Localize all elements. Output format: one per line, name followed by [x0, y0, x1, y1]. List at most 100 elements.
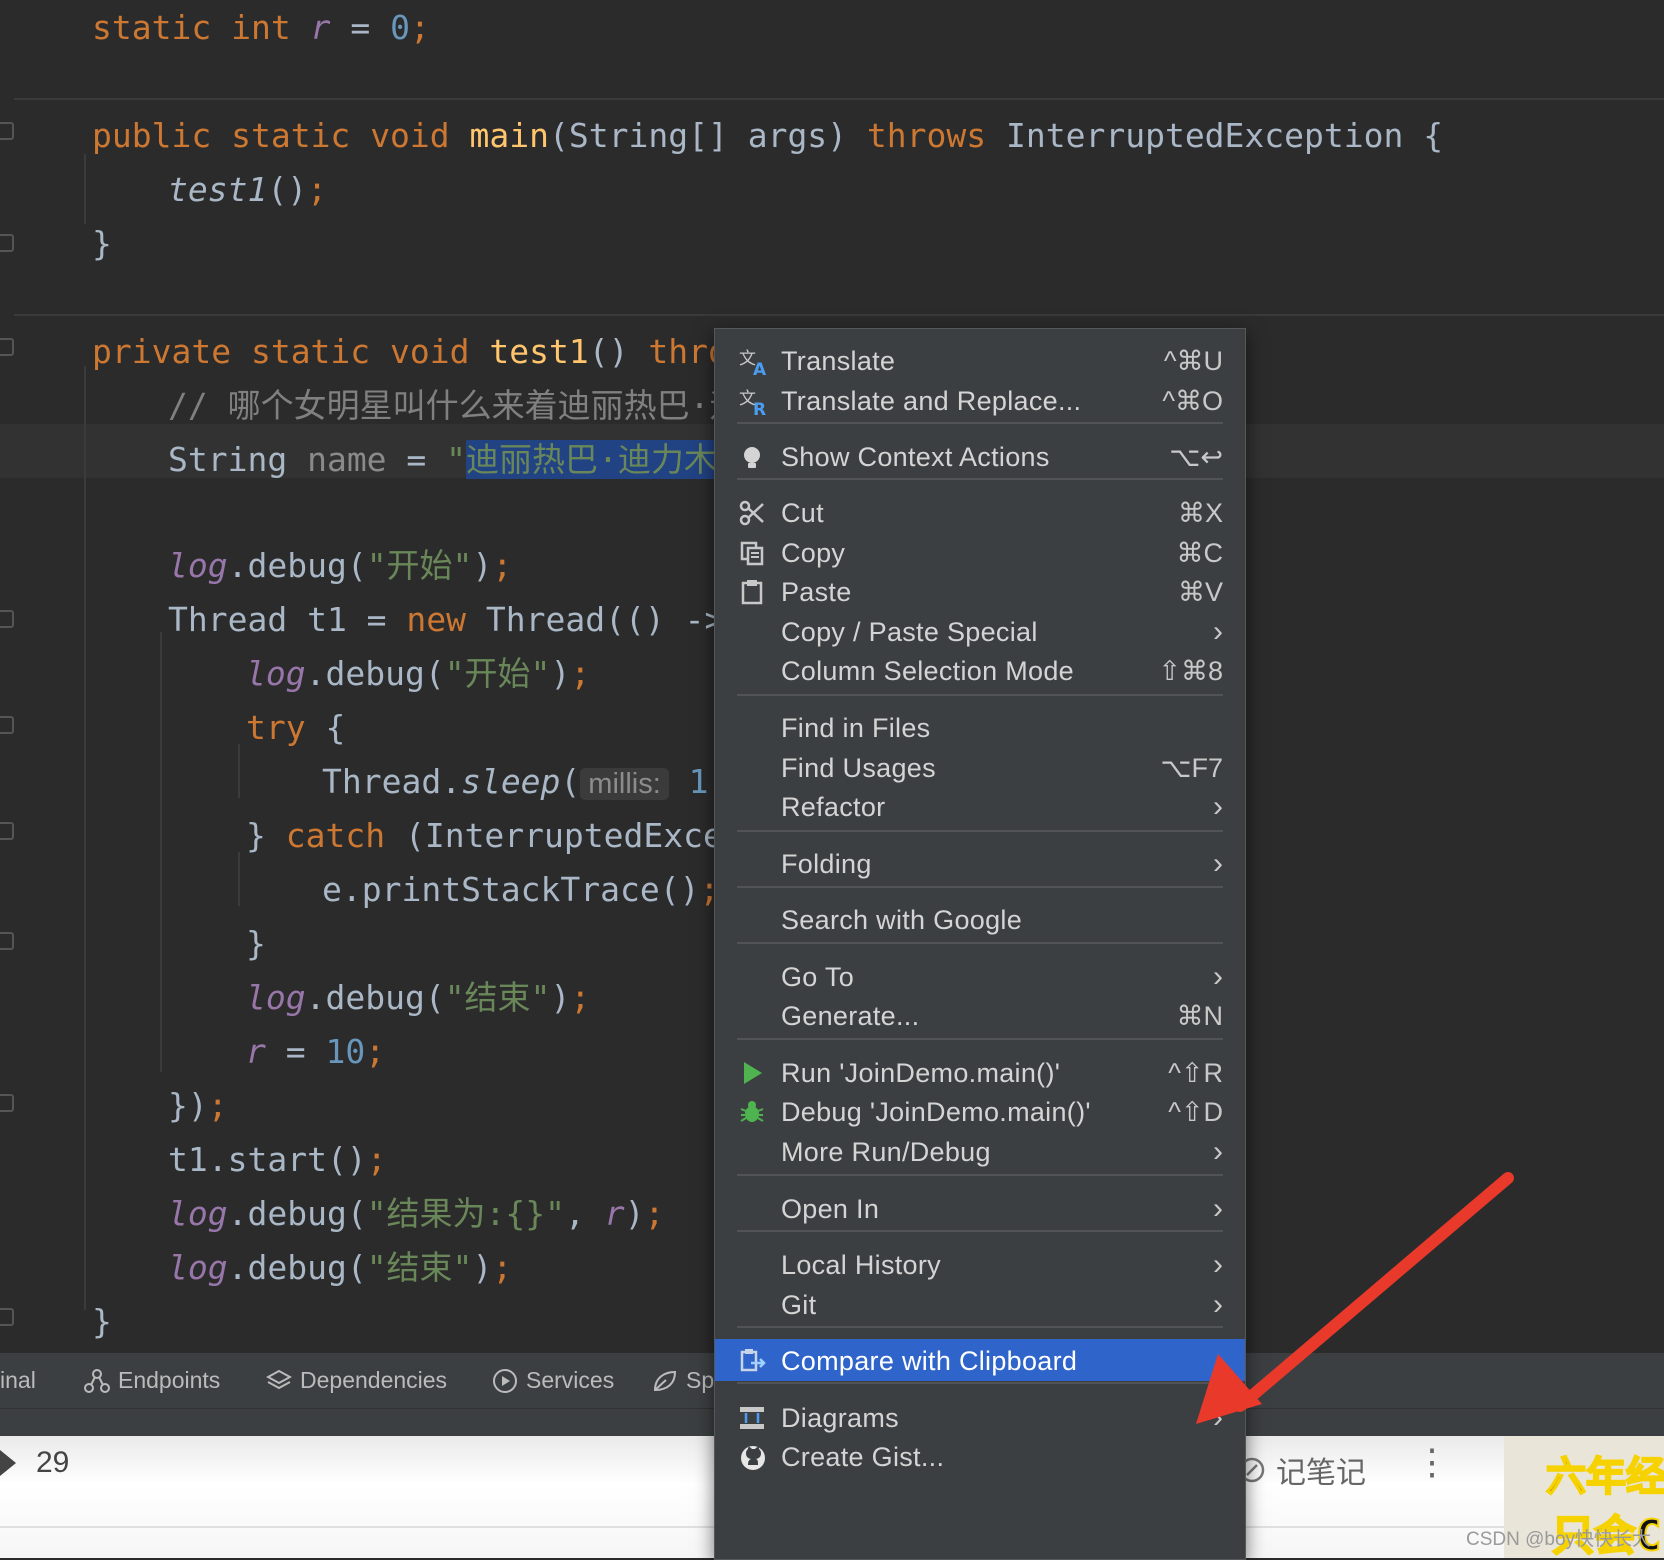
code-token: throws — [866, 116, 987, 155]
code-token: test1 — [168, 170, 268, 209]
menu-item-translate[interactable]: 文 A Translate ^⌘U — [715, 339, 1245, 381]
translate-icon: 文A — [739, 348, 767, 380]
menu-item-search-google[interactable]: Search with Google — [715, 898, 1245, 940]
menu-item-label: Find in Files — [781, 713, 931, 743]
menu-item-refactor[interactable]: Refactor › — [715, 785, 1245, 827]
fold-marker[interactable] — [0, 716, 14, 734]
code-token: static — [250, 332, 371, 371]
code-token: ) — [624, 1194, 645, 1233]
submenu-chevron-icon: › — [1213, 960, 1223, 993]
tool-window-services[interactable]: Services — [492, 1367, 614, 1394]
code-token: name — [307, 440, 387, 479]
tool-window-label: Dependencies — [300, 1367, 448, 1393]
menu-separator — [737, 1326, 1223, 1328]
indent-guide — [238, 744, 240, 798]
code-token: (InterruptedExcep — [385, 816, 743, 855]
code-line: try { — [246, 708, 345, 748]
menu-item-find-usages[interactable]: Find Usages ⌥F7 — [715, 746, 1245, 788]
code-token: ) — [550, 654, 571, 693]
tool-window-endpoints[interactable]: Endpoints — [84, 1367, 220, 1394]
menu-item-label: Refactor — [781, 792, 886, 822]
fold-marker[interactable] — [0, 1308, 14, 1326]
menu-item-label: Compare with Clipboard — [781, 1346, 1078, 1376]
menu-item-column-selection[interactable]: Column Selection Mode ⇧⌘8 — [715, 649, 1245, 691]
menu-item-go-to[interactable]: Go To › — [715, 955, 1245, 997]
code-line: e.printStackTrace(); — [322, 870, 719, 910]
menu-item-folding[interactable]: Folding › — [715, 842, 1245, 884]
menu-item-generate[interactable]: Generate... ⌘N — [715, 994, 1245, 1036]
tool-window-terminal[interactable]: inal — [0, 1367, 36, 1394]
tool-window-spring[interactable]: Sp — [652, 1367, 714, 1394]
editor-context-menu[interactable]: 文 A Translate ^⌘U 文 R Translate and Replace...… — [714, 328, 1246, 1560]
more-options-icon[interactable]: ⋮ — [1414, 1444, 1450, 1480]
code-line: t1.start(); — [168, 1140, 387, 1180]
menu-item-shortcut: ⇧⌘8 — [1158, 656, 1223, 686]
menu-item-label: Run 'JoinDemo.main()' — [781, 1058, 1061, 1088]
code-token: } — [92, 224, 112, 263]
menu-item-show-context-actions[interactable]: Show Context Actions ⌥↩ — [715, 435, 1245, 477]
fold-marker[interactable] — [0, 234, 14, 252]
indent-guide — [238, 852, 240, 906]
indent-guide — [84, 366, 86, 1310]
menu-item-local-history[interactable]: Local History › — [715, 1243, 1245, 1285]
code-line: Thread.sleep(millis: 1) — [322, 762, 728, 804]
menu-separator — [737, 1038, 1223, 1040]
menu-item-open-in[interactable]: Open In › — [715, 1187, 1245, 1229]
code-line: log.debug("开始"); — [168, 546, 512, 586]
fold-marker[interactable] — [0, 822, 14, 840]
menu-item-cut[interactable]: Cut ⌘X — [715, 491, 1245, 533]
take-notes-button[interactable]: 记笔记 — [1238, 1448, 1366, 1492]
code-token: .debug( — [227, 1194, 367, 1233]
menu-separator — [737, 694, 1223, 696]
menu-separator — [737, 830, 1223, 832]
code-token: ; — [409, 8, 430, 47]
menu-item-label: Search with Google — [781, 905, 1023, 935]
menu-item-compare-clipboard[interactable]: Compare with Clipboard — [715, 1339, 1245, 1381]
fold-marker[interactable] — [0, 1094, 14, 1112]
run-icon — [739, 1060, 765, 1086]
code-token: .debug( — [305, 978, 445, 1017]
code-token: main — [469, 116, 550, 155]
submenu-chevron-icon: › — [1213, 1401, 1223, 1434]
menu-item-diagrams[interactable]: Diagrams › — [715, 1396, 1245, 1438]
menu-item-label: Go To — [781, 962, 855, 992]
tool-window-dependencies[interactable]: Dependencies — [266, 1367, 447, 1394]
menu-item-label: Generate... — [781, 1001, 920, 1031]
menu-item-translate-replace[interactable]: 文 R Translate and Replace... ^⌘O — [715, 379, 1245, 421]
code-token: r — [604, 1194, 625, 1233]
menu-item-debug[interactable]: Debug 'JoinDemo.main()' ^⇧D — [715, 1090, 1245, 1132]
code-token: () — [588, 332, 649, 371]
menu-item-more-run-debug[interactable]: More Run/Debug › — [715, 1130, 1245, 1172]
menu-item-shortcut: ⌘N — [1176, 1001, 1224, 1031]
menu-item-create-gist[interactable]: Create Gist... — [715, 1435, 1245, 1477]
menu-item-label: Cut — [781, 498, 824, 528]
code-token: ; — [207, 1086, 228, 1125]
menu-item-shortcut: ⌥↩ — [1169, 442, 1223, 472]
menu-item-run[interactable]: Run 'JoinDemo.main()' ^⇧R — [715, 1051, 1245, 1093]
endpoints-icon — [84, 1368, 110, 1393]
menu-item-label: Diagrams — [781, 1403, 899, 1433]
code-token: ; — [492, 1248, 513, 1287]
menu-item-copy[interactable]: Copy ⌘C — [715, 531, 1245, 573]
fold-marker[interactable] — [0, 338, 14, 356]
code-token: test1 — [489, 332, 589, 371]
menu-item-find-in-files[interactable]: Find in Files — [715, 706, 1245, 748]
menu-item-git[interactable]: Git › — [715, 1283, 1245, 1325]
parameter-hint: millis: — [580, 768, 669, 800]
menu-item-copy-paste-special[interactable]: Copy / Paste Special › — [715, 610, 1245, 652]
fold-marker[interactable] — [0, 122, 14, 140]
play-icon[interactable] — [0, 1450, 16, 1476]
code-line: r = 10; — [246, 1032, 385, 1072]
clipboard-icon — [739, 579, 765, 605]
code-token: ; — [492, 546, 513, 585]
fold-marker[interactable] — [0, 610, 14, 628]
play-count: 29 — [36, 1446, 70, 1479]
menu-item-paste[interactable]: Paste ⌘V — [715, 570, 1245, 612]
menu-item-label: Translate — [781, 346, 896, 376]
code-line: log.debug("结果为:{}", r); — [168, 1194, 664, 1234]
fold-marker[interactable] — [0, 932, 14, 950]
